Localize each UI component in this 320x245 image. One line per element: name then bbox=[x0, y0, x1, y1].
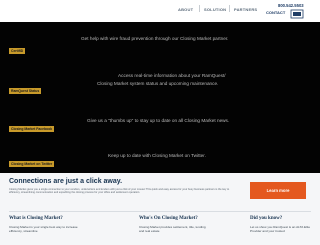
hero-text-status-2: Closing Market system status and upcomin… bbox=[97, 81, 219, 86]
link-ramquest-status[interactable]: RamQuest Status bbox=[9, 88, 42, 94]
hero-text-status-1: Access real-time information about your … bbox=[118, 73, 226, 78]
column-text-whos-on: Closing Market provides settlement, titl… bbox=[139, 225, 206, 234]
nav-about[interactable]: ABOUT bbox=[178, 7, 193, 12]
column-text-did-you-know: Let us show you RamQuest is an ALTA Elit… bbox=[250, 225, 311, 234]
nav-solution[interactable]: SOLUTION bbox=[204, 7, 226, 12]
hero-text-certifid: Get help with wire fraud prevention thro… bbox=[81, 36, 229, 41]
learn-more-button[interactable]: Learn more bbox=[250, 182, 306, 199]
company-logo-icon[interactable] bbox=[290, 9, 304, 19]
banner-description: Closing Market gives you a single connec… bbox=[9, 188, 230, 195]
hero-text-twitter: Keep up to date with Closing Market on T… bbox=[108, 153, 206, 158]
nav-separator bbox=[229, 5, 230, 12]
nav-contact[interactable]: CONTACT bbox=[266, 10, 285, 15]
link-certifid[interactable]: CertifID bbox=[9, 48, 26, 54]
link-closing-market-facebook[interactable]: Closing Market Facebook bbox=[9, 126, 55, 132]
phone-number[interactable]: 800.542.5503 bbox=[278, 3, 304, 8]
column-text-what-is: Closing Market is your single best way t… bbox=[9, 225, 78, 234]
banner-title: Connections are just a click away. bbox=[9, 178, 123, 185]
nav-separator bbox=[199, 5, 200, 12]
column-title-what-is: What is Closing Market? bbox=[9, 216, 63, 221]
column-title-whos-on: Who's On Closing Market? bbox=[139, 216, 198, 221]
hero-text-facebook: Give us a "thumbs up" to stay up to date… bbox=[87, 118, 230, 123]
section-divider bbox=[9, 211, 311, 212]
column-title-did-you-know: Did you know? bbox=[250, 216, 283, 221]
hero-section bbox=[0, 22, 320, 173]
link-closing-market-twitter[interactable]: Closing Market on Twitter bbox=[9, 161, 55, 167]
nav-partners[interactable]: PARTNERS bbox=[234, 7, 257, 12]
